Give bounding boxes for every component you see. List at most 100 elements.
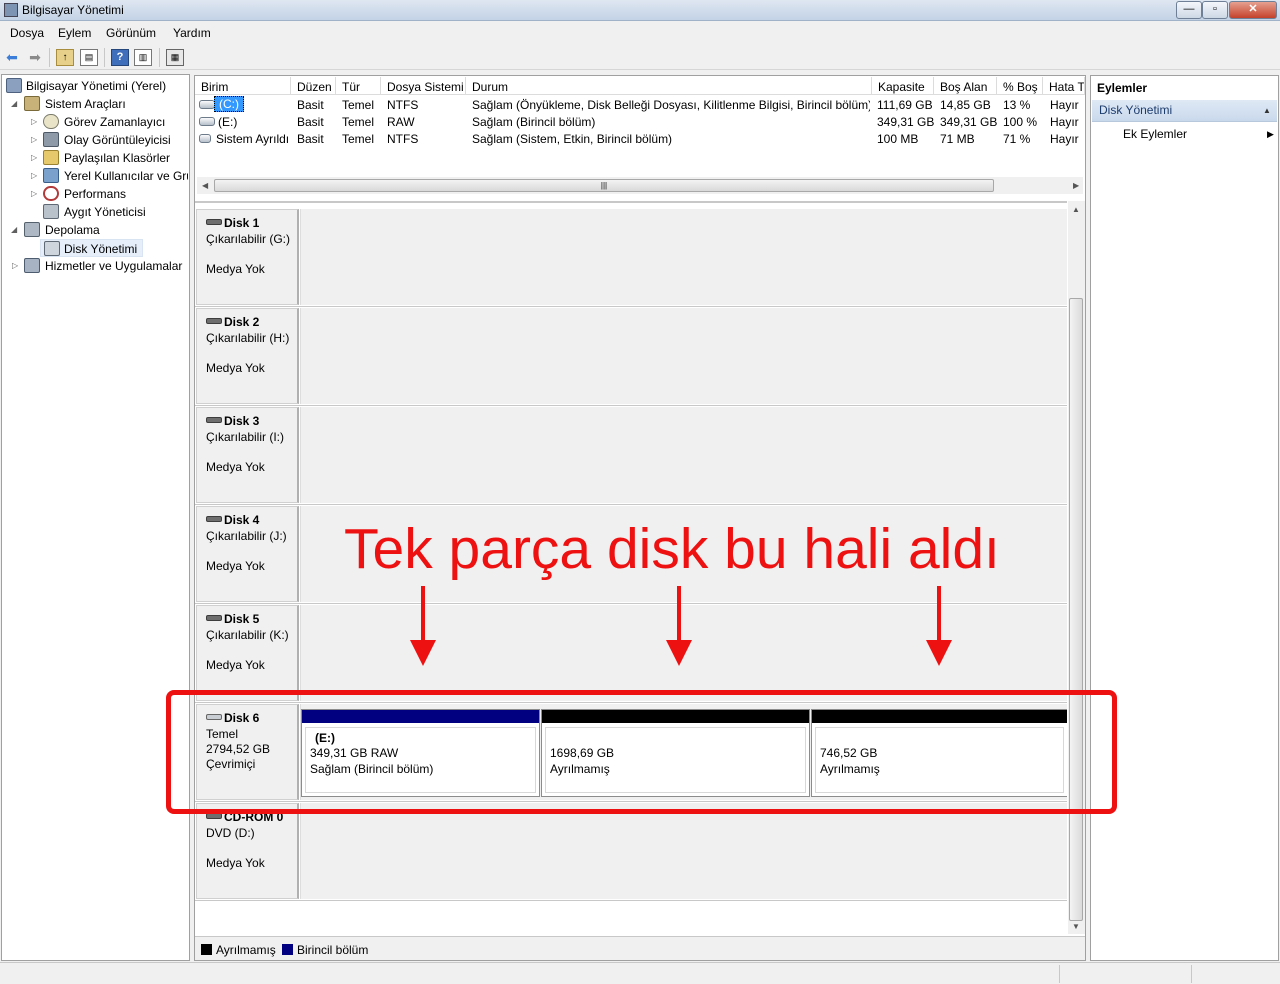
volume-name-selected[interactable]: (C:) [214,96,244,112]
tree-item-label: Sistem Araçları [45,97,126,111]
menu-gorunum[interactable]: Görünüm [106,26,156,40]
collapsed-arrow-icon[interactable]: ▷ [31,171,37,180]
column-header-duzen[interactable]: Düzen [291,77,336,95]
properties-icon[interactable]: ▥ [134,49,152,66]
tree-item-local-users[interactable]: ▷ Yerel Kullanıcılar ve Gru [2,167,188,185]
disk-info-panel[interactable]: Disk 3 Çıkarılabilir (I:) Medya Yok [196,407,299,503]
show-tree-icon[interactable]: ▤ [80,49,98,66]
scroll-up-icon[interactable]: ▲ [1072,205,1080,214]
column-header-tur[interactable]: Tür [336,77,381,95]
column-header-dosya-sistemi[interactable]: Dosya Sistemi [381,77,466,95]
disk-info-panel[interactable]: Disk 5 Çıkarılabilir (K:) Medya Yok [196,605,299,701]
collapsed-arrow-icon[interactable]: ▷ [31,189,37,198]
column-header-hata[interactable]: Hata T [1043,77,1085,95]
scroll-down-icon[interactable]: ▼ [1072,922,1080,931]
column-header-kapasite[interactable]: Kapasite [872,77,934,95]
disk-empty-area [300,803,1067,899]
users-icon [43,168,59,183]
tree-item-label: Depolama [45,223,100,237]
up-folder-icon[interactable]: ↑ [56,49,74,66]
disk-info-panel[interactable]: Disk 4 Çıkarılabilir (J:) Medya Yok [196,506,299,602]
disk-row[interactable]: Disk 3 Çıkarılabilir (I:) Medya Yok [195,406,1067,505]
volume-drive-icon [199,134,211,143]
scroll-left-icon[interactable]: ◀ [202,181,208,190]
annotation-highlight-box [166,690,1117,814]
volume-capacity: 100 MB [877,132,919,146]
column-header-yuzde-bos[interactable]: % Boş [997,77,1043,95]
window-title: Bilgisayar Yönetimi [22,3,124,17]
volume-layout: Basit [297,132,324,146]
tree-item-task-scheduler[interactable]: ▷ Görev Zamanlayıcı [2,113,188,131]
tree-item-device-manager[interactable]: Aygıt Yöneticisi [2,203,188,221]
computer-icon [6,78,22,93]
tree-item-label: Bilgisayar Yönetimi (Yerel) [26,79,167,93]
disk-info-panel[interactable]: Disk 2 Çıkarılabilir (H:) Medya Yok [196,308,299,404]
tree-item-event-viewer[interactable]: ▷ Olay Görüntüleyicisi [2,131,188,149]
toolbar-separator [159,48,160,67]
disk-view-vertical-scrollbar[interactable]: ▲ ▼ [1068,201,1085,934]
tree-item-services[interactable]: ▷ Hizmetler ve Uygulamalar [2,257,188,275]
scroll-thumb[interactable]: ||| [214,179,994,192]
column-header-bos-alan[interactable]: Boş Alan [934,77,997,95]
more-actions-item[interactable]: Ek Eylemler [1123,127,1187,141]
collapsed-arrow-icon[interactable]: ▷ [31,135,37,144]
tree-item-root[interactable]: Bilgisayar Yönetimi (Yerel) [2,77,188,95]
disk-info-panel[interactable]: Disk 1 Çıkarılabilir (G:) Medya Yok [196,209,299,305]
menu-dosya[interactable]: Dosya [10,26,44,40]
tree-item-performance[interactable]: ▷ Performans [2,185,188,203]
volume-filesystem: NTFS [387,98,419,112]
volume-free-percent: 13 % [1003,98,1031,112]
actions-title: Eylemler [1097,81,1148,95]
column-header-durum[interactable]: Durum [466,77,872,95]
actions-section-label[interactable]: Disk Yönetimi [1099,103,1172,117]
volume-free-space: 349,31 GB [940,115,998,129]
expanded-arrow-icon[interactable]: ◢ [11,225,17,234]
collapsed-arrow-icon[interactable]: ▷ [31,117,37,126]
collapse-up-icon[interactable]: ▲ [1263,106,1271,115]
tree-item-storage[interactable]: ◢ Depolama [2,221,188,239]
volume-filesystem: RAW [387,115,415,129]
volume-filesystem: NTFS [387,132,419,146]
disk-status: Medya Yok [206,559,265,573]
menu-bar: Dosya Eylem Görünüm Yardım [0,22,1280,44]
volume-name: (E:) [218,115,238,129]
back-arrow-icon[interactable]: ⬅ [3,49,21,66]
volume-capacity: 349,31 GB [877,115,935,129]
minimize-button[interactable]: — [1176,1,1202,19]
menu-eylem[interactable]: Eylem [58,26,91,40]
volume-row[interactable]: (E:) Basit Temel RAW Sağlam (Birincil bö… [195,113,1085,130]
maximize-button[interactable]: ▫ [1202,1,1228,19]
scroll-right-icon[interactable]: ▶ [1073,181,1079,190]
volume-fault-tolerance: Hayır [1050,98,1079,112]
tree-item-disk-management[interactable]: Disk Yönetimi [40,239,143,257]
forward-arrow-icon[interactable]: ➡ [26,49,44,66]
collapsed-arrow-icon[interactable]: ▷ [12,261,18,270]
close-button[interactable]: ✕ [1229,1,1277,19]
tree-item-label: Görev Zamanlayıcı [64,115,166,129]
volume-list-horizontal-scrollbar[interactable]: ◀ ||| ▶ [197,177,1083,194]
disk-row[interactable]: Disk 1 Çıkarılabilir (G:) Medya Yok [195,208,1067,307]
collapsed-arrow-icon[interactable]: ▷ [31,153,37,162]
scroll-thumb[interactable] [1069,298,1083,921]
expanded-arrow-icon[interactable]: ◢ [11,99,17,108]
annotation-arrow-shaft [937,586,941,642]
disk-row[interactable]: Disk 2 Çıkarılabilir (H:) Medya Yok [195,307,1067,406]
volume-name: Sistem Ayrıldı [216,132,290,146]
tree-item-system-tools[interactable]: ◢ Sistem Araçları [2,95,188,113]
status-separator [1191,965,1192,983]
legend-swatch-primary [282,944,293,955]
removable-disk-icon [206,615,222,621]
disk-info-panel[interactable]: CD-ROM 0 DVD (D:) Medya Yok [196,803,299,899]
menu-yardim[interactable]: Yardım [173,26,211,40]
tree-item-shared-folders[interactable]: ▷ Paylaşılan Klasörler [2,149,188,167]
column-header-birim[interactable]: Birim [195,77,291,95]
volume-row[interactable]: (C:) Basit Temel NTFS Sağlam (Önyükleme,… [195,96,1085,113]
volume-row[interactable]: Sistem Ayrıldı Basit Temel NTFS Sağlam (… [195,130,1085,147]
submenu-arrow-icon[interactable]: ▶ [1267,129,1274,140]
export-icon[interactable]: ▦ [166,49,184,66]
tree-item-label: Paylaşılan Klasörler [64,151,171,165]
help-icon[interactable]: ? [111,49,129,66]
disk-row[interactable]: CD-ROM 0 DVD (D:) Medya Yok [195,802,1067,901]
disk-status: Medya Yok [206,856,265,870]
disk-type: DVD (D:) [206,826,255,840]
